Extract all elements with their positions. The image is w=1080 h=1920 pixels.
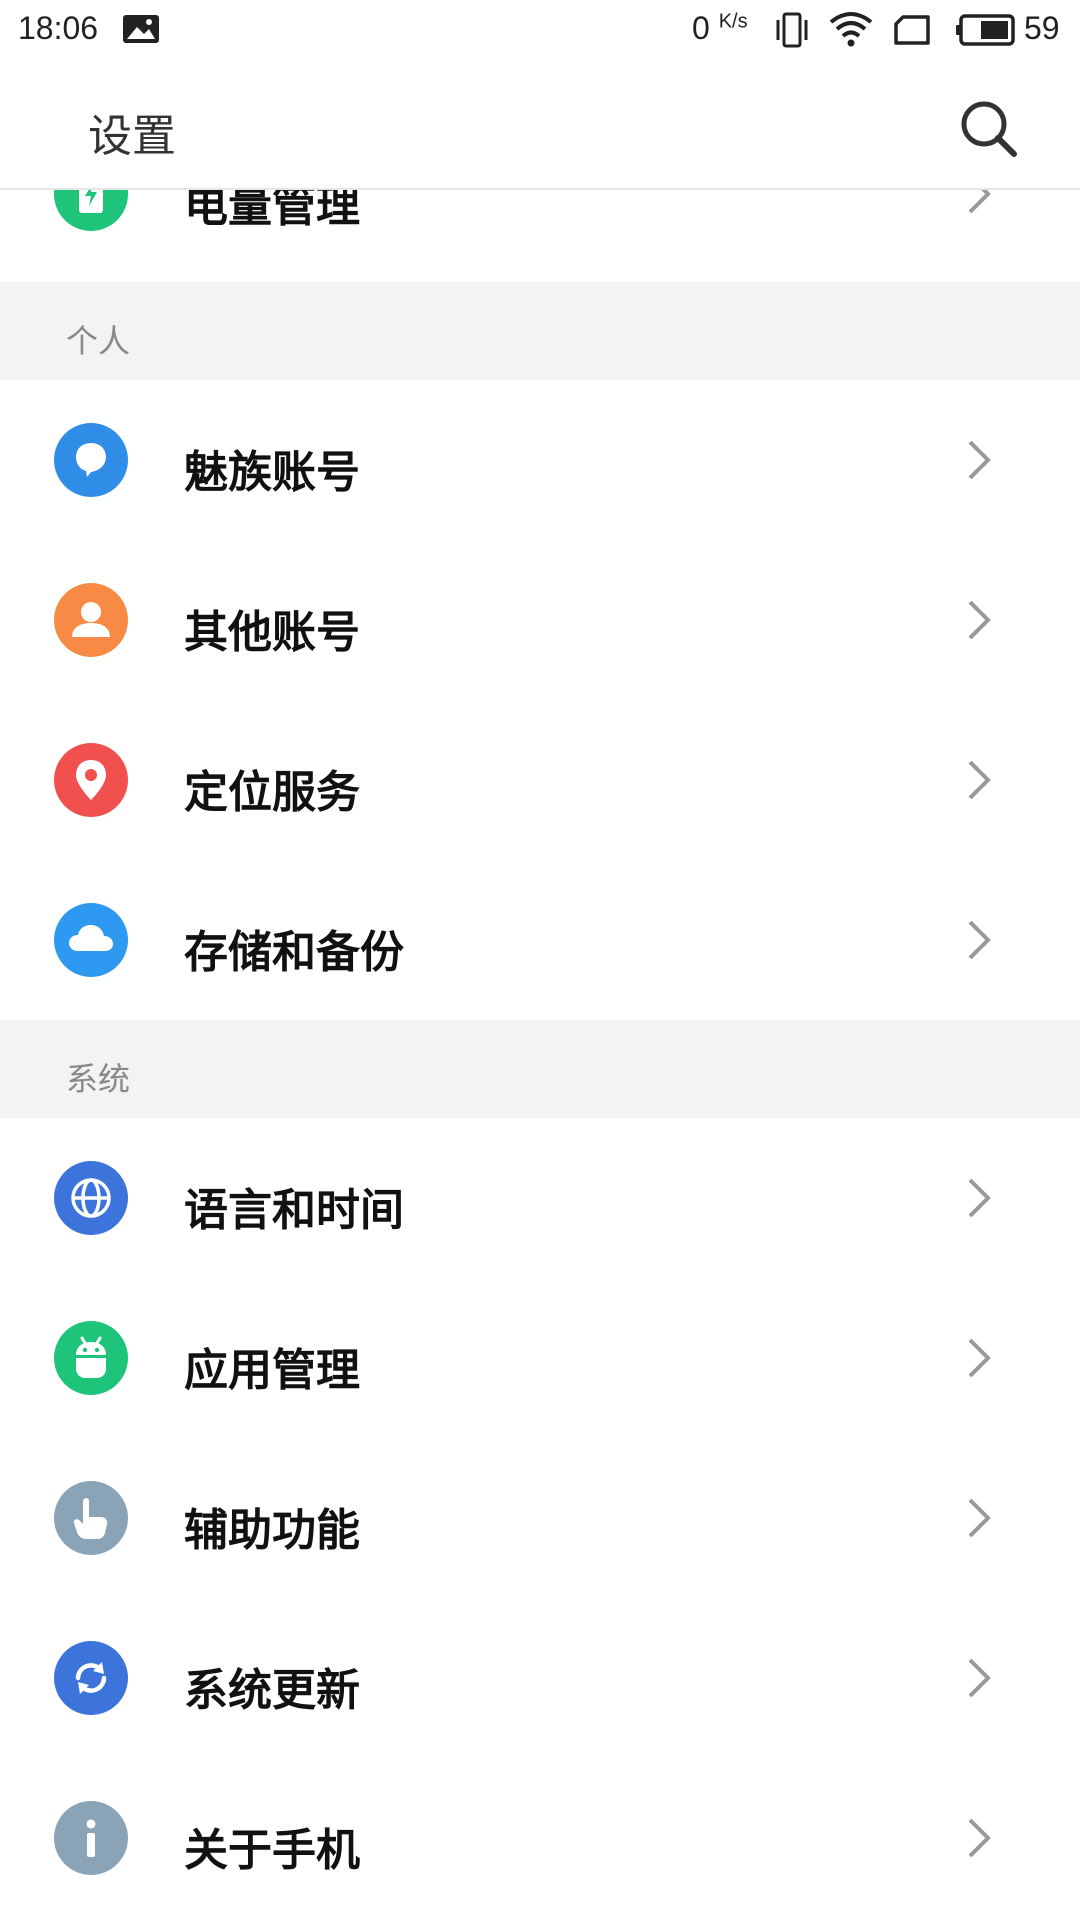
- section-header-system: 系统: [0, 1020, 1080, 1118]
- chevron-right-icon: [968, 920, 991, 960]
- settings-item-meizu-account[interactable]: 魅族账号: [0, 380, 1080, 540]
- image-notification-icon: [123, 15, 159, 43]
- settings-item-battery-management[interactable]: 电量管理: [0, 190, 1080, 274]
- chevron-right-icon: [968, 1818, 991, 1858]
- info-icon: [54, 1801, 128, 1875]
- section-title: 个人: [66, 322, 131, 360]
- settings-item-other-accounts[interactable]: 其他账号: [0, 540, 1080, 700]
- status-bar: 18:06 0 K/s 59: [0, 0, 1080, 64]
- chevron-right-icon: [968, 1338, 991, 1378]
- settings-item-location-services[interactable]: 定位服务: [0, 700, 1080, 860]
- settings-item-about-phone[interactable]: 关于手机: [0, 1758, 1080, 1918]
- cloud-icon: [54, 903, 128, 977]
- settings-item-label: 定位服务: [184, 767, 360, 818]
- chevron-right-icon: [968, 190, 991, 214]
- page-title: 设置: [88, 111, 176, 162]
- settings-item-system-update[interactable]: 系统更新: [0, 1598, 1080, 1758]
- settings-item-label: 语言和时间: [184, 1185, 404, 1236]
- settings-item-label: 关于手机: [184, 1825, 360, 1876]
- settings-item-label: 系统更新: [184, 1665, 360, 1716]
- settings-item-accessibility[interactable]: 辅助功能: [0, 1438, 1080, 1598]
- settings-item-storage-backup[interactable]: 存储和备份: [0, 860, 1080, 1020]
- status-time: 18:06: [18, 10, 99, 46]
- section-header-personal: 个人: [0, 282, 1080, 380]
- android-icon: [54, 1321, 128, 1395]
- chevron-right-icon: [968, 600, 991, 640]
- settings-item-label: 其他账号: [184, 607, 360, 658]
- chevron-right-icon: [968, 1658, 991, 1698]
- hand-pointer-icon: [54, 1481, 128, 1555]
- settings-item-label: 魅族账号: [184, 447, 360, 498]
- chevron-right-icon: [968, 760, 991, 800]
- settings-item-label: 应用管理: [184, 1345, 360, 1396]
- app-header: 设置: [0, 64, 1080, 190]
- settings-item-app-management[interactable]: 应用管理: [0, 1278, 1080, 1438]
- battery-charge-icon: [54, 190, 128, 231]
- battery-percent: 59: [1024, 10, 1060, 46]
- settings-item-language-time[interactable]: 语言和时间: [0, 1118, 1080, 1278]
- search-icon[interactable]: [958, 98, 1020, 160]
- settings-item-label: 辅助功能: [184, 1505, 360, 1556]
- balloon-icon: [54, 423, 128, 497]
- settings-list[interactable]: 电量管理 个人 魅族账号 其他账号 定位服务 存储和备份 系统 语言和时间 应用…: [0, 190, 1080, 1920]
- person-icon: [54, 583, 128, 657]
- wifi-icon: [829, 12, 873, 47]
- globe-icon: [54, 1161, 128, 1235]
- sim-card-icon: [894, 15, 930, 45]
- settings-item-label: 电量管理: [184, 190, 360, 232]
- vibrate-icon: [776, 12, 808, 48]
- chevron-right-icon: [968, 440, 991, 480]
- location-pin-icon: [54, 743, 128, 817]
- battery-icon: [956, 14, 1015, 46]
- refresh-icon: [54, 1641, 128, 1715]
- settings-item-label: 存储和备份: [184, 927, 404, 978]
- chevron-right-icon: [968, 1498, 991, 1538]
- chevron-right-icon: [968, 1178, 991, 1218]
- section-title: 系统: [66, 1060, 131, 1098]
- network-speed: 0 K/s: [692, 10, 748, 46]
